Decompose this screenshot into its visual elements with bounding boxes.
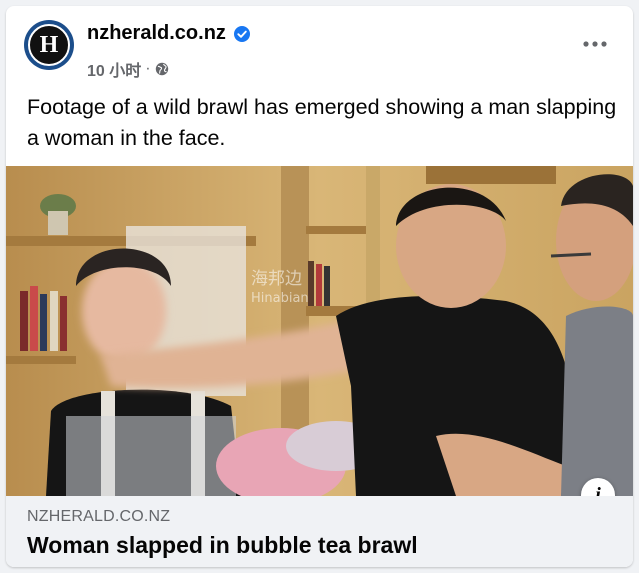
meta-separator: · <box>145 60 151 77</box>
more-options-icon[interactable] <box>577 32 613 56</box>
post-meta: 10 小时 · <box>87 57 169 81</box>
page-name-row: nzherald.co.nz <box>87 22 250 45</box>
page-name[interactable]: nzherald.co.nz <box>87 22 226 45</box>
verified-badge-icon <box>233 25 250 42</box>
post-timestamp[interactable]: 10 小时 <box>87 57 141 81</box>
link-headline[interactable]: Woman slapped in bubble tea brawl <box>27 532 418 559</box>
watermark-cn: 海邦边 <box>251 269 302 289</box>
video-frame-illustration: 海邦边 Hinabian <box>6 166 633 496</box>
post-caption: Footage of a wild brawl has emerged show… <box>27 95 617 150</box>
globe-icon[interactable] <box>155 62 169 76</box>
page-avatar[interactable]: H <box>24 20 74 70</box>
post-video-thumbnail[interactable]: 海邦边 Hinabian i <box>6 166 633 496</box>
link-preview[interactable]: NZHERALD.CO.NZ Woman slapped in bubble t… <box>6 496 633 567</box>
link-domain: NZHERALD.CO.NZ <box>27 508 171 525</box>
post-card: H nzherald.co.nz 10 小时 · Footage of a wi… <box>6 6 633 567</box>
post-header: H nzherald.co.nz 10 小时 · <box>6 6 633 88</box>
avatar-logo: H <box>28 24 70 66</box>
watermark-en: Hinabian <box>251 291 309 306</box>
